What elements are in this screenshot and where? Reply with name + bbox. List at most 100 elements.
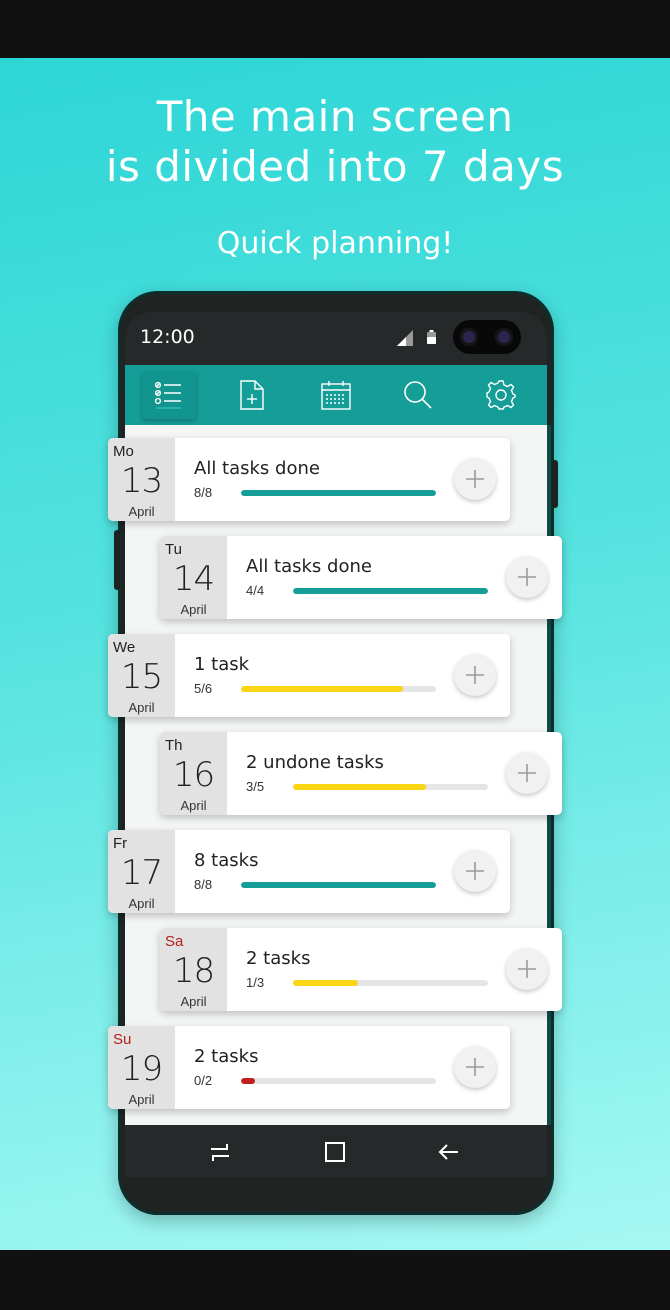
promo-subheadline: Quick planning!: [216, 226, 454, 261]
day-number: 14: [172, 559, 215, 599]
promo-frame: The main screen is divided into 7 days Q…: [0, 0, 670, 1310]
signal-icon: [397, 330, 413, 346]
task-count: 4/4: [246, 583, 265, 598]
recent-apps-icon: [211, 1144, 229, 1161]
day-number: 15: [120, 657, 163, 697]
month-label: April: [128, 700, 155, 715]
plus-icon: [518, 764, 536, 782]
day-summary: 2 undone tasks: [246, 752, 384, 773]
day-summary: All tasks done: [246, 556, 372, 577]
progress-bar: [241, 1078, 436, 1084]
date-box: Fr 17 April: [108, 830, 175, 913]
day-card-sunday[interactable]: Su 19 April 2 tasks 0/2: [108, 1026, 510, 1109]
day-summary: 8 tasks: [194, 850, 259, 871]
plus-icon: [466, 666, 484, 684]
promo-headline: The main screen is divided into 7 days: [0, 92, 670, 192]
day-card-thursday[interactable]: Th 16 April 2 undone tasks 3/5: [160, 732, 562, 815]
letterbox-top: [0, 0, 670, 58]
letterbox-bottom: [0, 1250, 670, 1310]
month-label: April: [180, 602, 207, 617]
recent-apps-button[interactable]: [207, 1139, 233, 1165]
add-task-button[interactable]: [506, 752, 548, 794]
date-box: Mo 13 April: [108, 438, 175, 521]
progress-bar: [293, 980, 488, 986]
headline-line-1: The main screen: [156, 92, 514, 141]
progress-bar: [293, 784, 488, 790]
task-count: 8/8: [194, 485, 213, 500]
camera-lens-icon: [495, 328, 513, 346]
day-card-friday[interactable]: Fr 17 April 8 tasks 8/8: [108, 830, 510, 913]
date-box: Tu 14 April: [160, 536, 227, 619]
status-time: 12:00: [140, 326, 195, 348]
date-box: Su 19 April: [108, 1026, 175, 1109]
phone-power-button: [552, 460, 558, 508]
month-label: April: [128, 896, 155, 911]
battery-icon: [427, 330, 436, 344]
home-button[interactable]: [322, 1139, 348, 1165]
day-summary: 1 task: [194, 654, 250, 675]
day-number: 16: [172, 755, 215, 795]
weekday-label: Mo: [113, 443, 134, 460]
progress-fill: [241, 1078, 255, 1084]
add-task-button[interactable]: [506, 556, 548, 598]
task-count: 1/3: [246, 975, 265, 990]
day-card-wednesday[interactable]: We 15 April 1 task 5/6: [108, 634, 510, 717]
date-box: Th 16 April: [160, 732, 227, 815]
weekday-label: Su: [113, 1031, 132, 1048]
day-card-tuesday[interactable]: Tu 14 April All tasks done 4/4: [160, 536, 562, 619]
progress-fill: [293, 784, 426, 790]
calendar-button[interactable]: [309, 371, 363, 419]
progress-fill: [293, 980, 358, 986]
day-card-saturday[interactable]: Sa 18 April 2 tasks 1/3: [160, 928, 562, 1011]
weekday-label: Th: [165, 737, 183, 754]
add-task-button[interactable]: [506, 948, 548, 990]
progress-bar: [241, 882, 436, 888]
progress-fill: [241, 882, 436, 888]
day-summary: 2 tasks: [246, 948, 311, 969]
month-label: April: [180, 994, 207, 1009]
day-number: 13: [120, 461, 163, 501]
progress-fill: [293, 588, 488, 594]
home-icon: [325, 1142, 345, 1162]
month-label: April: [128, 1092, 155, 1107]
add-task-button[interactable]: [454, 654, 496, 696]
add-task-button[interactable]: [454, 850, 496, 892]
front-camera: [453, 320, 521, 354]
add-task-button[interactable]: [454, 1046, 496, 1088]
calendar-icon: [321, 381, 351, 410]
date-box: Sa 18 April: [160, 928, 227, 1011]
plus-icon: [518, 568, 536, 586]
task-count: 0/2: [194, 1073, 213, 1088]
progress-fill: [241, 490, 436, 496]
task-count: 5/6: [194, 681, 213, 696]
day-summary: All tasks done: [194, 458, 320, 479]
plus-icon: [466, 862, 484, 880]
add-task-button[interactable]: [454, 458, 496, 500]
plus-icon: [518, 960, 536, 978]
status-bar: 12:00: [125, 312, 547, 366]
new-document-icon: [240, 380, 264, 410]
tab-task-list[interactable]: [142, 371, 196, 419]
day-summary: 2 tasks: [194, 1046, 259, 1067]
system-navigation-bar: [125, 1125, 547, 1177]
progress-fill: [241, 686, 404, 692]
task-count: 8/8: [194, 877, 213, 892]
task-list-icon: [154, 381, 181, 409]
search-button[interactable]: [391, 371, 445, 419]
app-toolbar: [125, 365, 547, 425]
day-card-monday[interactable]: Mo 13 April All tasks done 8/8: [108, 438, 510, 521]
month-label: April: [180, 798, 207, 813]
new-task-button[interactable]: [225, 371, 279, 419]
day-number: 17: [120, 853, 163, 893]
progress-bar: [241, 490, 436, 496]
settings-button[interactable]: [474, 371, 528, 419]
back-icon: [438, 1144, 458, 1160]
phone-volume-button: [114, 530, 120, 590]
plus-icon: [466, 1058, 484, 1076]
back-button[interactable]: [436, 1139, 462, 1165]
weekday-label: Fr: [113, 835, 128, 852]
day-number: 18: [172, 951, 215, 991]
settings-gear-icon: [486, 380, 516, 410]
progress-bar: [241, 686, 436, 692]
search-icon: [404, 381, 432, 409]
